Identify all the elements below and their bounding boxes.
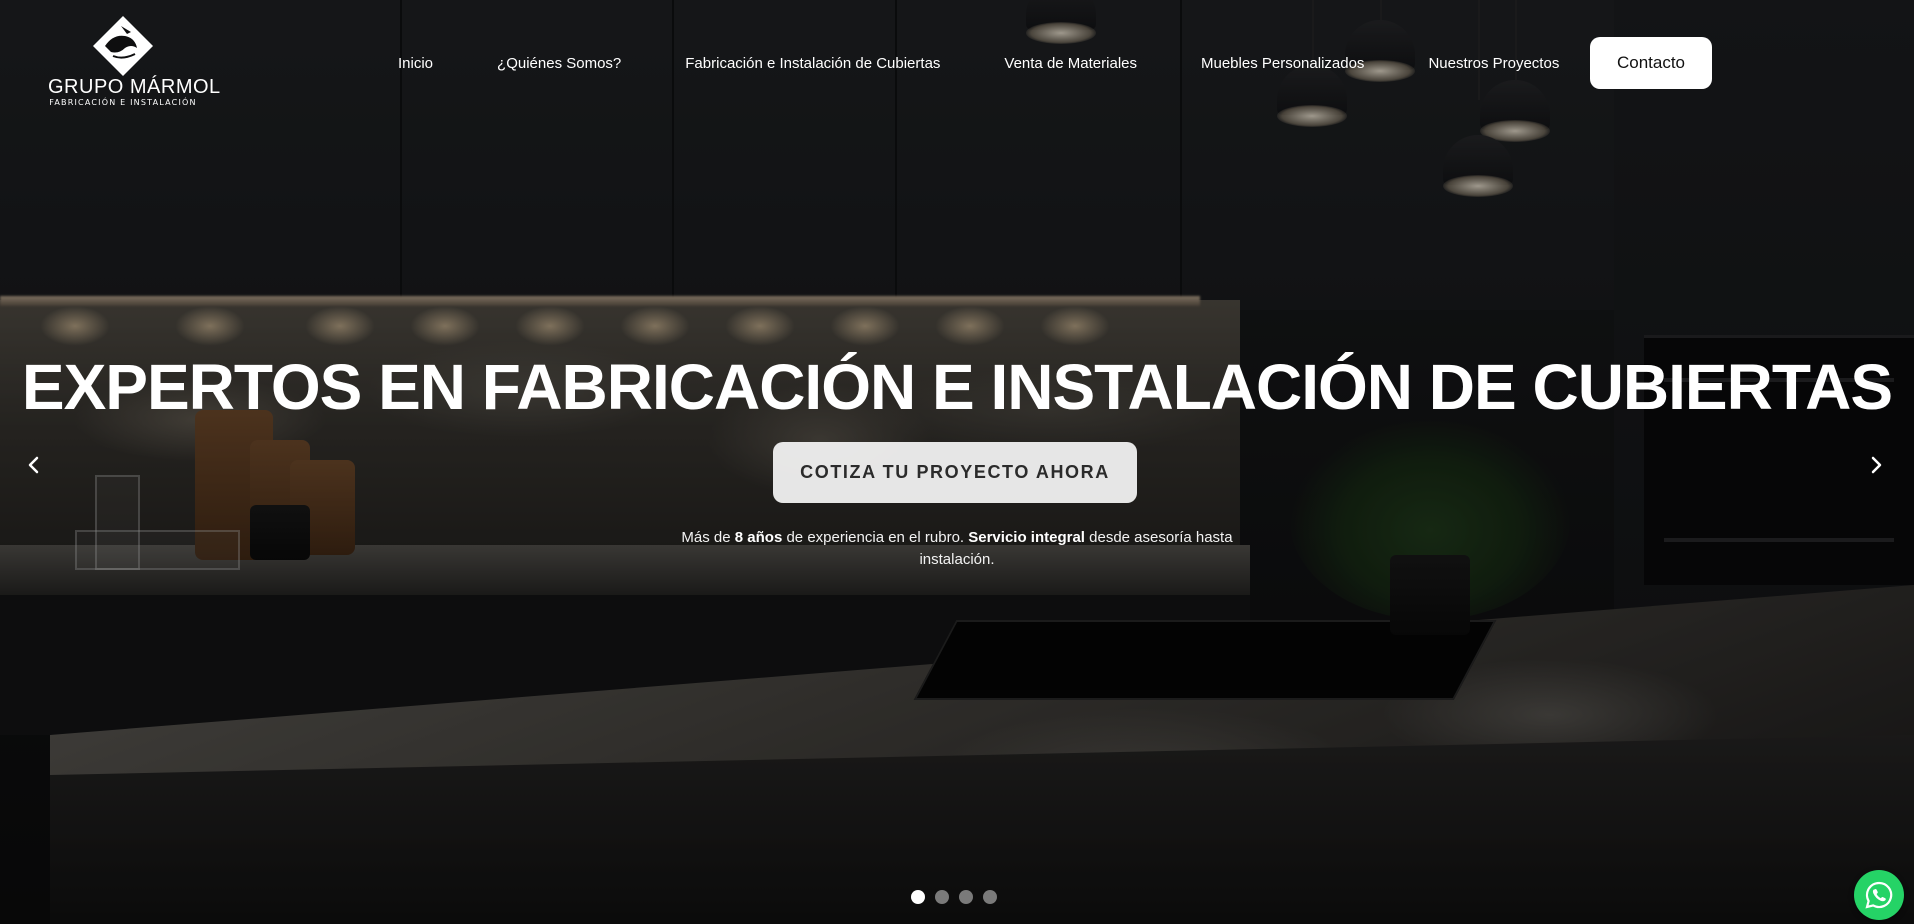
contact-button[interactable]: Contacto <box>1590 37 1712 89</box>
carousel-dot-2[interactable] <box>935 890 949 904</box>
brand-tagline: FABRICACIÓN E INSTALACIÓN <box>49 98 197 107</box>
desc-highlight-years: 8 años <box>734 529 783 546</box>
marble-block-logo-icon <box>93 16 153 76</box>
desc-highlight-service: Servicio integral <box>968 529 1085 546</box>
nav-item-muebles[interactable]: Muebles Personalizados <box>1201 55 1364 72</box>
brand-logo[interactable]: GRUPO MÁRMOL FABRICACIÓN E INSTALACIÓN <box>48 14 221 114</box>
carousel-indicators <box>911 890 997 904</box>
chevron-right-icon <box>1871 456 1882 474</box>
quote-cta-button[interactable]: COTIZA TU PROYECTO AHORA <box>773 442 1137 503</box>
nav-item-proyectos[interactable]: Nuestros Proyectos <box>1428 55 1559 72</box>
site-header: GRUPO MÁRMOL FABRICACIÓN E INSTALACIÓN I… <box>0 0 1914 120</box>
brand-name: GRUPO MÁRMOL <box>48 76 221 98</box>
desc-text: Más de <box>681 529 735 546</box>
carousel-prev-button[interactable] <box>18 450 48 480</box>
nav-item-quienes-somos[interactable]: ¿Quiénes Somos? <box>497 55 621 72</box>
hero-description: Más de 8 años de experiencia en el rubro… <box>657 527 1257 571</box>
nav-item-inicio[interactable]: Inicio <box>398 55 433 72</box>
chevron-left-icon <box>28 456 39 474</box>
carousel-next-button[interactable] <box>1862 450 1892 480</box>
whatsapp-button[interactable] <box>1854 870 1904 920</box>
carousel-dot-1[interactable] <box>911 890 925 904</box>
main-nav: Inicio ¿Quiénes Somos? Fabricación e Ins… <box>398 38 1559 88</box>
carousel-dot-4[interactable] <box>983 890 997 904</box>
hero-headline: EXPERTOS EN FABRICACIÓN E INSTALACIÓN DE… <box>21 351 1893 423</box>
carousel-dot-3[interactable] <box>959 890 973 904</box>
whatsapp-icon <box>1865 881 1893 909</box>
nav-item-cubiertas[interactable]: Fabricación e Instalación de Cubiertas <box>685 55 940 72</box>
desc-text: de experiencia en el rubro. <box>782 529 969 546</box>
nav-item-materiales[interactable]: Venta de Materiales <box>1004 55 1137 72</box>
